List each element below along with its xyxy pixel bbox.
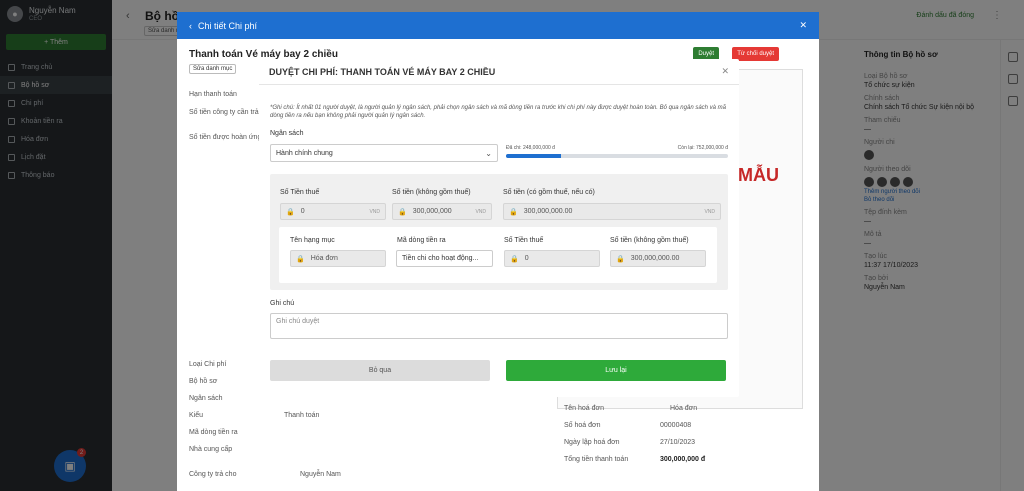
field-label: Mã dòng tiền ra — [189, 429, 238, 436]
budget-select[interactable]: Hành chính chung ⌄ — [270, 144, 498, 162]
cashflow-select[interactable]: Tiền chi cho hoạt động... — [396, 250, 493, 267]
field-label: Số hoá đơn — [564, 422, 601, 429]
field-label: Ngày lập hoá đơn — [564, 439, 620, 446]
field-value: Thanh toán — [284, 412, 320, 419]
spent-label: Đã chi: 248,000,000 đ — [506, 145, 555, 151]
field-label: Số tiền công ty cần trả — [189, 109, 259, 116]
field-label: Hạn thanh toán — [189, 91, 237, 98]
field-value: 00000408 — [660, 422, 692, 429]
modal-header: DUYỆT CHI PHÍ: THANH TOÁN VÉ MÁY BAY 2 C… — [259, 59, 739, 85]
lock-icon: 🔒 — [509, 208, 518, 216]
approval-note-input[interactable]: Ghi chú duyệt — [270, 313, 728, 339]
item-tax-value: 0 — [524, 255, 529, 262]
budget-usage: Đã chi: 248,000,000 đ Còn lại: 752,000,0… — [506, 145, 728, 158]
cashflow-value: Tiền chi cho hoạt động... — [402, 255, 479, 262]
sample-stamp: MẪU — [738, 165, 779, 185]
drawer-header: ‹ Chi tiết Chi phí ✕ — [177, 12, 819, 39]
field-value: Nguyễn Nam — [300, 471, 341, 478]
item-amount-value: 300,000,000.00 — [630, 255, 680, 262]
field-value: 300,000,000 đ — [660, 456, 706, 463]
lock-icon: 🔒 — [616, 255, 625, 263]
back-icon[interactable]: ‹ — [189, 21, 192, 31]
amount-excl-label: Số tiền (không gồm thuế) — [392, 189, 471, 196]
lock-icon: 🔒 — [286, 208, 295, 216]
amount-excl-field: 🔒 300,000,000 VND — [392, 203, 492, 220]
lock-icon: 🔒 — [510, 255, 519, 263]
field-label: Ngân sách — [189, 395, 223, 402]
close-icon[interactable]: ✕ — [721, 66, 729, 77]
lock-icon: 🔒 — [398, 208, 407, 216]
item-name-value: Hóa đơn — [310, 255, 338, 262]
note-label: Ghi chú — [270, 300, 295, 307]
amount-incl-label: Số tiền (có gồm thuế, nếu có) — [503, 189, 595, 196]
item-tax-field: 🔒 0 — [504, 250, 600, 267]
approval-note: *Ghi chú: Ít nhất 01 người duyệt, là ngư… — [270, 105, 726, 119]
field-label: Số tiền được hoàn ứng — [189, 134, 262, 141]
budget-value: Hành chính chung — [276, 149, 333, 157]
tax-field: 🔒 0 VND — [280, 203, 386, 220]
budget-label: Ngân sách — [270, 130, 304, 137]
amount-incl-field: 🔒 300,000,000.00 VND — [503, 203, 721, 220]
drawer-title: Chi tiết Chi phí — [198, 20, 258, 31]
lock-icon: 🔒 — [296, 255, 305, 263]
currency-unit: VND — [369, 208, 380, 215]
tax-value: 0 — [300, 208, 305, 215]
amount-incl-value: 300,000,000.00 — [523, 208, 573, 215]
budget-progress-fill — [506, 154, 562, 158]
field-value: 27/10/2023 — [660, 439, 696, 446]
field-label: Loại Chi phí — [189, 361, 227, 368]
close-icon[interactable]: ✕ — [799, 20, 807, 31]
field-label: Tổng tiền thanh toán — [564, 456, 629, 463]
cashflow-label: Mã dòng tiền ra — [397, 237, 446, 244]
edit-category-tag[interactable]: Sửa danh mục — [189, 64, 237, 74]
field-label: Nhà cung cấp — [189, 446, 233, 453]
item-name-label: Tên hạng mục — [290, 237, 335, 244]
reject-button[interactable]: Từ chối duyệt — [732, 47, 779, 61]
field-label: Công ty trả cho — [189, 471, 237, 478]
chevron-down-icon: ⌄ — [485, 148, 492, 158]
item-tax-label: Số Tiền thuế — [504, 237, 544, 244]
save-button[interactable]: Lưu lại — [506, 360, 726, 381]
item-amount-label: Số tiền (không gồm thuế) — [610, 237, 689, 244]
approve-expense-modal: DUYỆT CHI PHÍ: THANH TOÁN VÉ MÁY BAY 2 C… — [259, 59, 739, 397]
modal-title: DUYỆT CHI PHÍ: THANH TOÁN VÉ MÁY BAY 2 C… — [269, 66, 496, 77]
currency-unit: VND — [704, 208, 715, 215]
budget-progress-bar — [506, 154, 728, 158]
skip-button[interactable]: Bỏ qua — [270, 360, 490, 381]
item-amount-field: 🔒 300,000,000.00 — [610, 250, 706, 267]
tax-label: Số Tiền thuế — [280, 189, 320, 196]
amount-excl-value: 300,000,000 — [412, 208, 452, 215]
field-value[interactable]: Hóa đơn — [670, 405, 697, 412]
currency-unit: VND — [475, 208, 486, 215]
field-label: Bộ hồ sơ — [189, 378, 218, 385]
field-label: Tên hoá đơn — [564, 405, 605, 412]
remaining-label: Còn lại: 752,000,000 đ — [677, 145, 728, 151]
item-name-field: 🔒 Hóa đơn — [290, 250, 386, 267]
field-label: Kiểu — [189, 412, 204, 419]
